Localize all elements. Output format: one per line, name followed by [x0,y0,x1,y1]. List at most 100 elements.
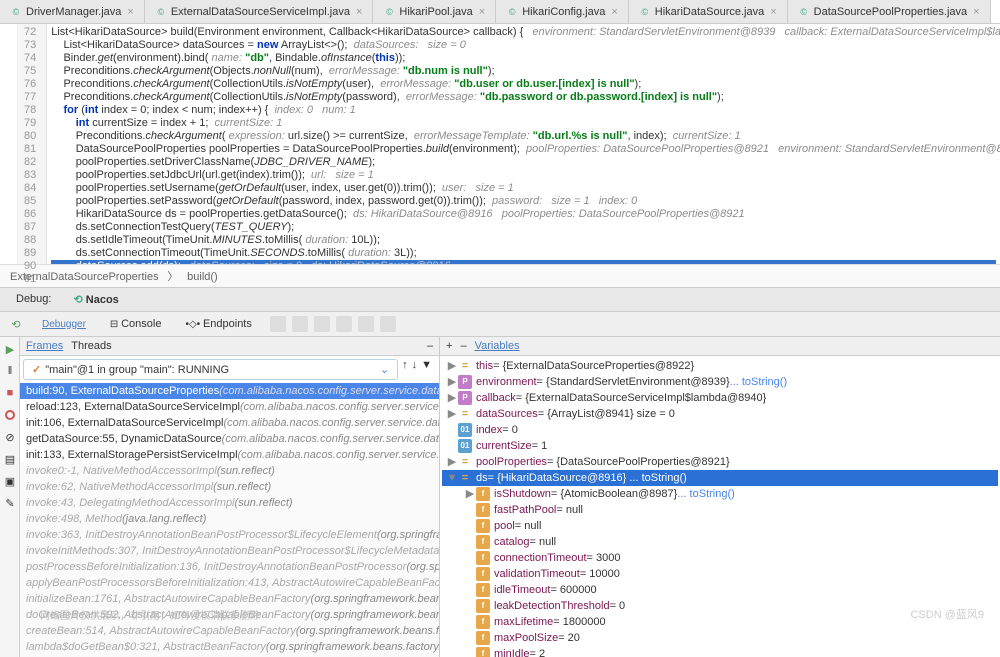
breadcrumb-method[interactable]: build() [187,271,218,283]
variable-row[interactable]: ▶=this = {ExternalDataSourceProperties@8… [442,358,998,374]
camera-icon[interactable]: ▣ [2,473,18,489]
variable-row[interactable]: fvalidationTimeout = 10000 [442,566,998,582]
stack-frame[interactable]: init:133, ExternalStoragePersistServiceI… [20,447,439,463]
file-tab[interactable]: ©HikariConfig.java× [496,0,629,23]
code-line[interactable]: List<HikariDataSource> build(Environment… [51,26,996,39]
variable-row[interactable]: fcatalog = null [442,534,998,550]
breadcrumb[interactable]: ExternalDataSourceProperties 〉 build() [0,264,1000,287]
variable-row[interactable]: 01index = 0 [442,422,998,438]
expand-arrow-icon[interactable]: ▶ [446,391,458,405]
tab-debugger[interactable]: Debugger [36,317,92,332]
stack-frame[interactable]: createBean:514, AbstractAutowireCapableB… [20,623,439,639]
variable-row[interactable]: ▶fisShutdown = {AtomicBoolean@8987} ... … [442,486,998,502]
variable-row[interactable]: ▼=ds = {HikariDataSource@8916} ... toStr… [442,470,998,486]
debug-tab-nacos[interactable]: ⟲ Nacos [65,291,126,308]
run-to-cursor-icon[interactable] [358,316,374,332]
variable-row[interactable]: ▶=dataSources = {ArrayList@8941} size = … [442,406,998,422]
frames-icon[interactable]: ▤ [2,451,18,467]
variable-row[interactable]: ▶Pcallback = {ExternalDataSourceServiceI… [442,390,998,406]
expand-arrow-icon[interactable]: ▶ [446,455,458,469]
code-line[interactable]: Preconditions.checkArgument(CollectionUt… [51,78,996,91]
expand-arrow-icon[interactable]: ▶ [446,359,458,373]
code-line[interactable]: ds.setConnectionTimeout(TimeUnit.SECONDS… [51,247,996,260]
close-icon[interactable]: × [479,6,485,18]
code-line[interactable]: ds.setConnectionTestQuery(TEST_QUERY); [51,221,996,234]
stack-frame[interactable]: initializeBean:1761, AbstractAutowireCap… [20,591,439,607]
code-line[interactable]: List<HikariDataSource> dataSources = new… [51,39,996,52]
thread-dropdown[interactable]: ✓ "main"@1 in group "main": RUNNING ⌄ [23,359,398,380]
close-icon[interactable]: × [611,6,617,18]
close-icon[interactable]: × [127,6,133,18]
resume-icon[interactable]: ▶ [2,341,18,357]
file-tab[interactable]: ©ExternalDataSourceProperties.java× [991,0,1000,23]
stack-frame[interactable]: invoke0:-1, NativeMethodAccessorImpl (su… [20,463,439,479]
code-line[interactable]: poolProperties.setPassword(getOrDefault(… [51,195,996,208]
variable-row[interactable]: ▶Penvironment = {StandardServletEnvironm… [442,374,998,390]
expand-arrow-icon[interactable]: ▶ [464,487,476,501]
stack-frame[interactable]: lambda$doGetBean$0:321, AbstractBeanFact… [20,639,439,655]
tab-console[interactable]: ⊟ Console [104,316,168,332]
code-line[interactable]: int currentSize = index + 1; currentSize… [51,117,996,130]
step-smart-icon[interactable] [314,316,330,332]
minus-icon[interactable]: – [460,340,466,352]
expand-arrow-icon[interactable]: ▶ [446,407,458,421]
variable-row[interactable]: fmaxPoolSize = 20 [442,630,998,646]
variable-row[interactable]: ▶=poolProperties = {DataSourcePoolProper… [442,454,998,470]
stack-frame[interactable]: applyBeanPostProcessorsBeforeInitializat… [20,575,439,591]
file-tab[interactable]: ©DataSourcePoolProperties.java× [788,0,991,23]
code-line[interactable]: dataSources.add(ds); dataSources: size =… [51,260,996,264]
vars-label[interactable]: Variables [475,340,520,352]
stop-icon[interactable]: ■ [2,385,18,401]
stack-frame[interactable]: postProcessBeforeInitialization:136, Ini… [20,559,439,575]
step-into-icon[interactable] [292,316,308,332]
code-line[interactable]: Preconditions.checkArgument(CollectionUt… [51,91,996,104]
expand-arrow-icon[interactable]: ▶ [446,375,458,389]
code-line[interactable]: Preconditions.checkArgument(Objects.nonN… [51,65,996,78]
file-tab[interactable]: ©DriverManager.java× [0,0,145,23]
stack-frame[interactable]: reload:123, ExternalDataSourceServiceImp… [20,399,439,415]
stack-frame[interactable]: build:90, ExternalDataSourceProperties (… [20,383,439,399]
frame-up-icon[interactable]: ↑ [402,359,408,380]
filter-icon[interactable]: ▼ [421,359,432,380]
breadcrumb-class[interactable]: ExternalDataSourceProperties [10,271,159,283]
close-icon[interactable]: × [973,6,979,18]
step-over-icon[interactable] [270,316,286,332]
stack-frame[interactable]: invoke:498, Method (java.lang.reflect) [20,511,439,527]
settings-icon[interactable]: ✎ [2,495,18,511]
variable-row[interactable]: fidleTimeout = 600000 [442,582,998,598]
close-icon[interactable]: × [770,6,776,18]
stack-frame[interactable]: invoke:363, InitDestroyAnnotationBeanPos… [20,527,439,543]
variable-row[interactable]: fminIdle = 2 [442,646,998,657]
view-breakpoints-icon[interactable] [2,407,18,423]
stack-frame[interactable]: getDataSource:55, DynamicDataSource (com… [20,431,439,447]
frame-down-icon[interactable]: ↓ [412,359,418,380]
file-tab[interactable]: ©ExternalDataSourceServiceImpl.java× [145,0,374,23]
file-tab[interactable]: ©HikariDataSource.java× [629,0,788,23]
restart-icon[interactable]: ⟲ [8,316,24,332]
code-line[interactable]: ds.setIdleTimeout(TimeUnit.MINUTES.toMil… [51,234,996,247]
code-line[interactable]: DataSourcePoolProperties poolProperties … [51,143,996,156]
code-line[interactable]: HikariDataSource ds = poolProperties.get… [51,208,996,221]
variable-row[interactable]: ffastPathPool = null [442,502,998,518]
stack-frame[interactable]: invoke:43, DelegatingMethodAccessorImpl … [20,495,439,511]
variable-row[interactable]: fpool = null [442,518,998,534]
plus-icon[interactable]: + [446,340,452,352]
code-line[interactable]: for (int index = 0; index < num; index++… [51,104,996,117]
expand-arrow-icon[interactable]: ▼ [446,471,458,485]
file-tab[interactable]: ©HikariPool.java× [373,0,496,23]
step-out-icon[interactable] [336,316,352,332]
stack-frame[interactable]: init:106, ExternalDataSourceServiceImpl … [20,415,439,431]
tab-threads[interactable]: Threads [71,340,111,352]
close-icon[interactable]: × [356,6,362,18]
code-line[interactable]: Binder.get(environment).bind( name: "db"… [51,52,996,65]
stack-frame[interactable]: invoke:62, NativeMethodAccessorImpl (sun… [20,479,439,495]
variable-row[interactable]: fconnectionTimeout = 3000 [442,550,998,566]
code-content[interactable]: List<HikariDataSource> build(Environment… [47,24,1000,264]
code-line[interactable]: poolProperties.setUsername(getOrDefault(… [51,182,996,195]
code-line[interactable]: poolProperties.setDriverClassName(JDBC_D… [51,156,996,169]
mute-breakpoints-icon[interactable]: ⊘ [2,429,18,445]
pause-icon[interactable]: ‖ [2,363,18,379]
tab-endpoints[interactable]: •◇• Endpoints [179,316,257,332]
code-line[interactable]: Preconditions.checkArgument( expression:… [51,130,996,143]
minimize-icon[interactable]: – [427,340,433,352]
